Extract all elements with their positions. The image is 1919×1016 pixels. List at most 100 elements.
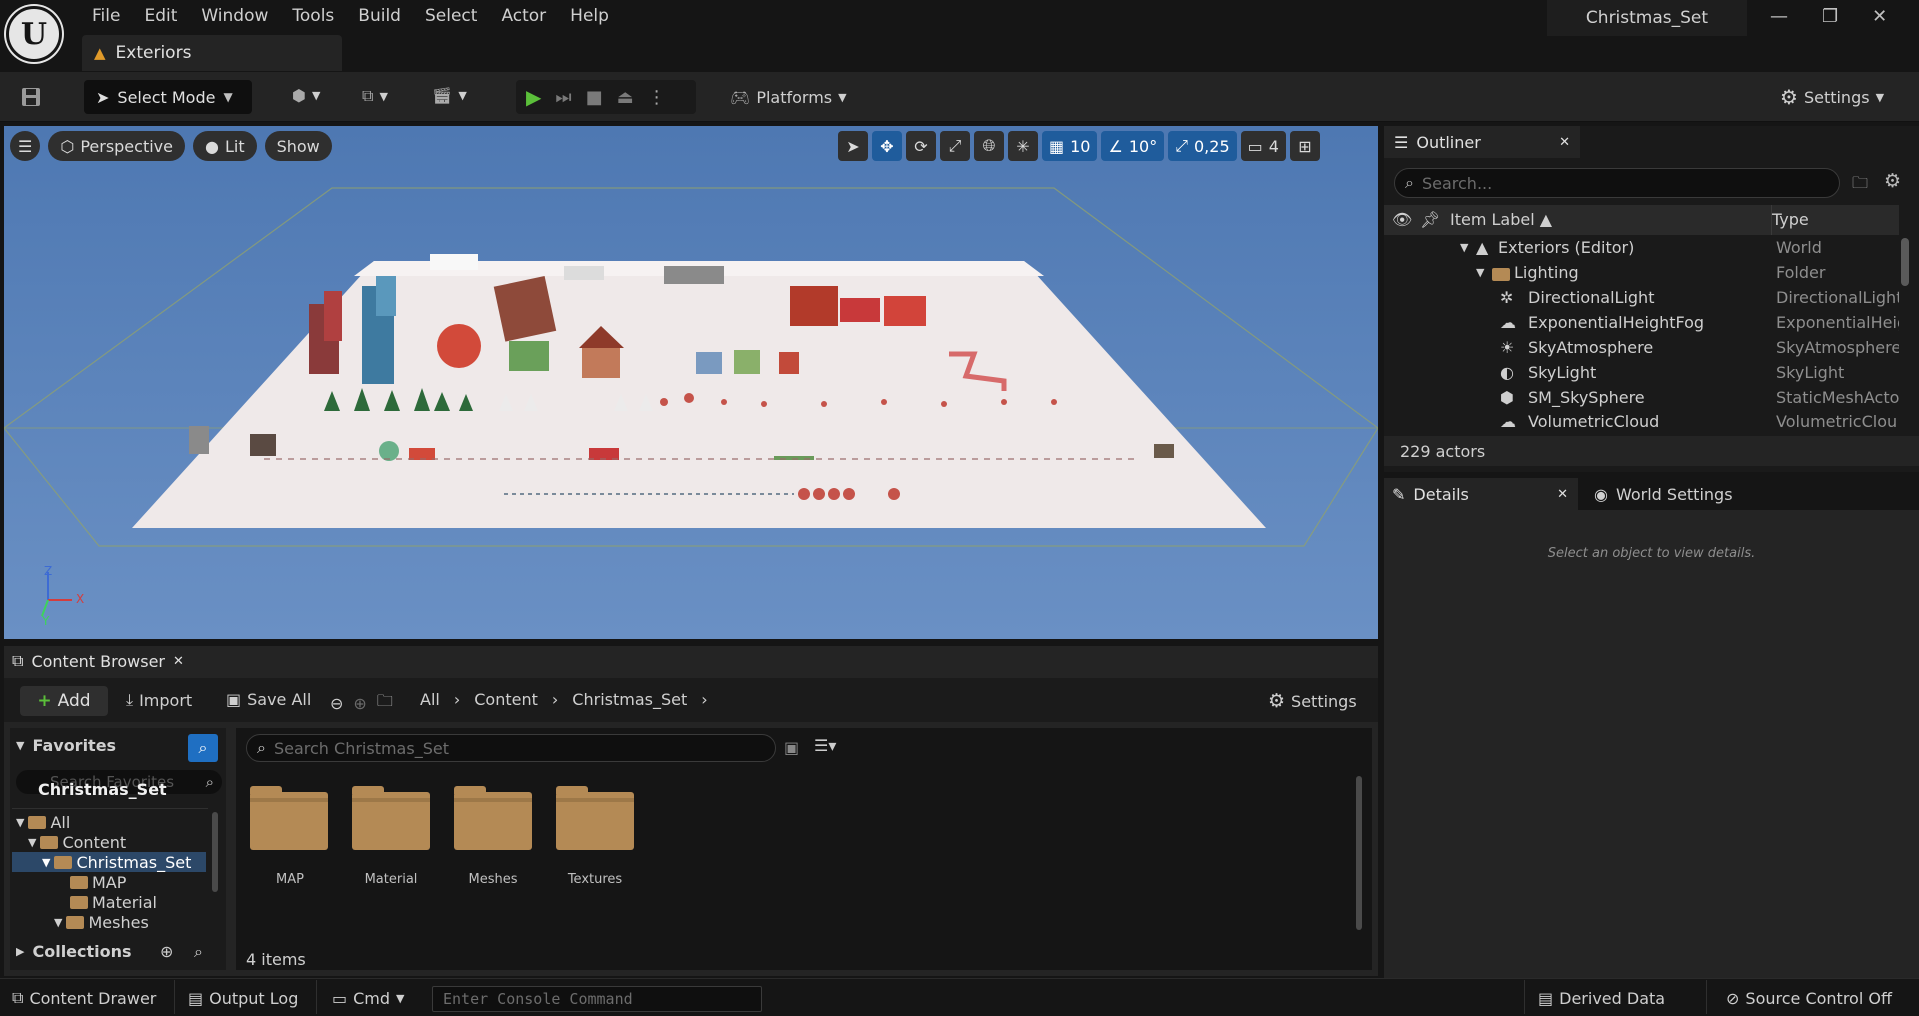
eject-icon[interactable]: ⏏ xyxy=(617,87,634,108)
filter-icon[interactable]: ☰▾ xyxy=(814,736,836,755)
folder-map[interactable] xyxy=(250,786,328,850)
rotate-tool-icon[interactable]: ⟳ xyxy=(906,131,936,161)
world-settings-tab[interactable]: ◉ World Settings xyxy=(1594,478,1733,510)
close-icon[interactable]: ✕ xyxy=(173,654,184,669)
close-icon[interactable]: ✕ xyxy=(1557,487,1568,502)
outliner-row[interactable]: ⬢ SM_SkySphere StaticMeshActo xyxy=(1384,385,1899,410)
tree-item-christmas-set[interactable]: ▼ Christmas_Set xyxy=(42,852,191,872)
save-all-button[interactable]: ▣ Save All xyxy=(226,690,311,709)
scale-snap-button[interactable]: ⤢ 0,25 xyxy=(1168,131,1237,161)
close-icon[interactable]: ✕ xyxy=(1559,135,1570,150)
translate-tool-icon[interactable]: ✥ xyxy=(872,131,902,161)
layout-icon[interactable]: ⊞ xyxy=(1289,131,1320,161)
restore-icon[interactable]: ❐ xyxy=(1822,6,1838,27)
outliner-row[interactable]: ☀ SkyAtmosphere SkyAtmosphere xyxy=(1384,335,1899,360)
console-input[interactable]: Enter Console Command xyxy=(432,986,762,1012)
world-local-icon[interactable]: 🌐︎ xyxy=(974,131,1004,161)
breadcrumb-christmas-set[interactable]: Christmas_Set xyxy=(572,690,687,709)
menu-select[interactable]: Select xyxy=(413,2,489,30)
chevron-right-icon[interactable]: › xyxy=(701,690,707,709)
save-icon[interactable] xyxy=(20,86,42,108)
folder-textures[interactable] xyxy=(556,786,634,850)
derived-data-button[interactable]: ▤ Derived Data xyxy=(1538,986,1665,1010)
tree-item-meshes[interactable]: ▼ Meshes xyxy=(54,912,149,932)
add-folder-icon[interactable]: 🗀︎ xyxy=(1852,172,1868,199)
step-icon[interactable]: ⏭ xyxy=(555,87,571,108)
tree-item-material[interactable]: Material xyxy=(70,892,157,912)
pin-icon[interactable]: 📌︎ xyxy=(1420,210,1440,229)
menu-help[interactable]: Help xyxy=(558,2,621,30)
breadcrumb-content[interactable]: Content xyxy=(474,690,538,709)
menu-actor[interactable]: Actor xyxy=(489,2,558,30)
outliner-row[interactable]: ☁ VolumetricCloud VolumetricClou xyxy=(1384,410,1899,432)
stop-icon[interactable]: ■ xyxy=(586,87,603,108)
content-settings-button[interactable]: ⚙ Settings xyxy=(1268,690,1357,712)
outliner-row[interactable]: ◐ SkyLight SkyLight xyxy=(1384,360,1899,385)
add-button[interactable]: + Add xyxy=(20,686,108,716)
tree-item-map[interactable]: MAP xyxy=(70,872,126,892)
outliner-row[interactable]: ✲ DirectionalLight DirectionalLight xyxy=(1384,285,1899,310)
menu-edit[interactable]: Edit xyxy=(132,2,189,30)
add-actor-button[interactable]: ⬢ ▼ xyxy=(292,86,320,105)
outliner-scrollbar[interactable] xyxy=(1901,238,1909,286)
add-collection-icon[interactable]: ⊕ xyxy=(160,942,173,961)
import-button[interactable]: ⤓ Import xyxy=(126,690,192,710)
level-viewport[interactable] xyxy=(4,126,1378,639)
grid-snap-button[interactable]: ▦ 10 xyxy=(1042,131,1098,161)
breadcrumb-all[interactable]: All xyxy=(420,690,440,709)
select-mode-dropdown[interactable]: ➤ Select Mode ▼ xyxy=(84,80,252,114)
forward-icon[interactable]: ⊕ xyxy=(353,694,366,713)
type-column[interactable]: Type xyxy=(1772,210,1809,229)
search-toggle-icon[interactable]: ⌕ xyxy=(188,734,218,762)
item-label-column[interactable]: Item Label ▲ xyxy=(1450,210,1552,229)
asset-search-input[interactable]: ⌕ Search Christmas_Set xyxy=(246,734,776,762)
scale-tool-icon[interactable]: ⤢ xyxy=(940,131,970,161)
gear-icon[interactable]: ⚙ xyxy=(1884,170,1901,192)
perspective-button[interactable]: ⬡ Perspective xyxy=(48,131,185,161)
folder-meshes[interactable] xyxy=(454,786,532,850)
save-search-icon[interactable]: ▣ xyxy=(784,738,799,757)
select-tool-icon[interactable]: ➤ xyxy=(838,131,868,161)
settings-button[interactable]: ⚙ Settings ▼ xyxy=(1780,80,1884,114)
visibility-icon[interactable]: 👁︎ xyxy=(1392,210,1412,229)
minimize-icon[interactable]: — xyxy=(1770,6,1788,27)
outliner-row[interactable]: ☁ ExponentialHeightFog ExponentialHeig xyxy=(1384,310,1899,335)
collections-header[interactable]: ▶ Collections xyxy=(16,942,132,961)
outliner-row[interactable]: ▼ Lighting Folder xyxy=(1384,260,1899,285)
outliner-search-input[interactable]: ⌕ Search... xyxy=(1394,168,1840,198)
platforms-button[interactable]: 🎮︎ Platforms ▼ xyxy=(730,80,847,114)
viewport-menu-button[interactable]: ☰ xyxy=(10,131,41,161)
asset-scrollbar[interactable] xyxy=(1356,776,1362,930)
menu-build[interactable]: Build xyxy=(346,2,413,30)
output-log-button[interactable]: ▤ Output Log xyxy=(188,986,298,1010)
cmd-dropdown[interactable]: ▭ Cmd ▼ xyxy=(332,986,405,1010)
cinematics-button[interactable]: 🎬︎ ▼ xyxy=(432,86,467,105)
close-icon[interactable]: ✕ xyxy=(1872,6,1887,27)
details-tab[interactable]: ✎ Details ✕ xyxy=(1384,478,1578,510)
blueprint-button[interactable]: ⧉ ▼ xyxy=(362,86,388,106)
favorites-header[interactable]: ▼ Favorites xyxy=(16,736,116,755)
outliner-row[interactable]: ▼ ▲ Exteriors (Editor) World xyxy=(1384,235,1899,260)
unreal-logo-icon[interactable]: U xyxy=(6,6,62,62)
folder-material[interactable] xyxy=(352,786,430,850)
source-control-button[interactable]: ⊘ Source Control Off xyxy=(1726,986,1892,1010)
play-icon[interactable]: ▶ xyxy=(526,85,541,109)
tree-item-content[interactable]: ▼ Content xyxy=(28,832,126,852)
tree-item-all[interactable]: ▼ All xyxy=(16,812,70,832)
tree-scrollbar[interactable] xyxy=(212,812,218,892)
level-tab[interactable]: ▲ Exteriors xyxy=(82,35,342,71)
expand-icon[interactable]: ▼ xyxy=(1476,266,1484,279)
more-options-icon[interactable]: ⋮ xyxy=(648,87,666,108)
content-browser-tab[interactable]: ⧉ Content Browser ✕ xyxy=(4,646,204,676)
menu-tools[interactable]: Tools xyxy=(280,2,346,30)
expand-icon[interactable]: ▼ xyxy=(1460,241,1468,254)
surface-snap-icon[interactable]: ✳ xyxy=(1008,131,1038,161)
outliner-tab[interactable]: ☰ Outliner ✕ xyxy=(1384,126,1580,158)
search-icon[interactable]: ⌕ xyxy=(194,942,203,962)
menu-window[interactable]: Window xyxy=(189,2,280,30)
rotation-snap-button[interactable]: ∠ 10° xyxy=(1101,131,1165,161)
lit-button[interactable]: ● Lit xyxy=(192,131,257,161)
back-icon[interactable]: ⊖ xyxy=(330,694,343,713)
folder-icon[interactable]: 🗀︎ xyxy=(377,690,393,717)
menu-file[interactable]: File xyxy=(80,2,132,30)
